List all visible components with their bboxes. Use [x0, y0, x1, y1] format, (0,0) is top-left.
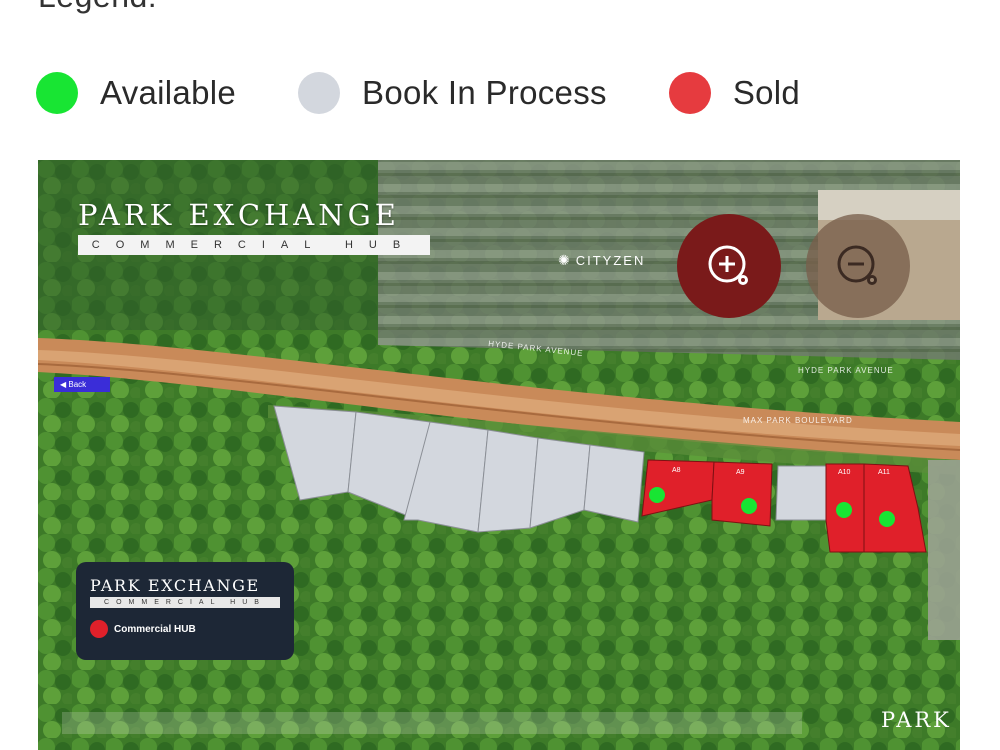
zoom-out-button[interactable]: [806, 214, 910, 318]
plot-label: A11: [878, 469, 890, 476]
plot-label: A8: [672, 467, 681, 474]
sparkle-icon: ✺: [558, 252, 570, 268]
zoom-in-button[interactable]: [677, 214, 781, 318]
brand-subtitle: COMMERCIAL HUB: [78, 235, 430, 255]
legend-item-book-in-process: Book In Process: [298, 72, 607, 114]
brand-name: PARK EXCHANGE: [90, 576, 260, 595]
brand-subtitle: COMMERCIAL HUB: [90, 597, 280, 608]
developer-logo: ✺ CITYZEN: [558, 252, 645, 269]
back-button[interactable]: ◀ Back: [54, 377, 110, 392]
brand-logo-top: PARK EXCHANGE COMMERCIAL HUB: [78, 198, 430, 255]
legend-item-sold: Sold: [668, 72, 801, 114]
brand-name: PARK EXCHANGE: [78, 198, 400, 232]
legend-dot-sold: [668, 72, 711, 114]
map-key-label: Commercial HUB: [114, 623, 196, 635]
site-plan-map[interactable]: PARK EXCHANGE COMMERCIAL HUB ✺ CITYZEN H…: [38, 160, 960, 750]
road-label: HYDE PARK AVENUE: [798, 366, 894, 375]
legend: Available Book In Process Sold: [36, 70, 862, 116]
map-key-row: Commercial HUB: [90, 620, 280, 638]
corner-brand-text: PARK: [881, 708, 952, 732]
zoom-in-icon: [708, 245, 748, 285]
developer-logo-text: CITYZEN: [575, 253, 646, 268]
legend-item-available: Available: [36, 72, 236, 114]
legend-label-available: Available: [100, 74, 237, 111]
legend-label-sold: Sold: [732, 74, 801, 111]
plot-label: A10: [838, 469, 851, 476]
legend-dot-book-in-process: [298, 72, 341, 114]
road-label: MAX PARK BOULEVARD: [743, 416, 853, 425]
map-key-card: PARK EXCHANGE COMMERCIAL HUB Commercial …: [76, 562, 294, 660]
legend-label-book-in-process: Book In Process: [362, 74, 607, 111]
legend-title: Legend:: [38, 0, 157, 15]
commercial-hub-dot: [90, 620, 108, 638]
plot-label: A9: [736, 469, 745, 476]
legend-dot-available: [36, 72, 78, 114]
zoom-out-icon: [837, 245, 877, 285]
